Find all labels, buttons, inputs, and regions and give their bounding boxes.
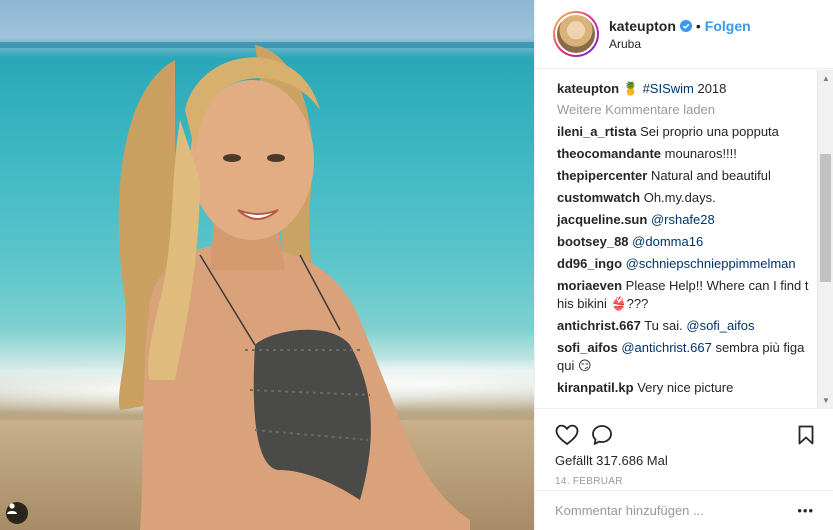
header-separator: • [695,17,701,34]
post-caption: kateupton 🍍 #SISwim 2018 [557,80,814,98]
caption-username[interactable]: kateupton [557,81,619,96]
load-more-comments-button[interactable]: Weitere Kommentare laden [557,102,814,117]
scroll-down-arrow[interactable]: ▼ [818,392,833,408]
heart-icon [555,424,579,446]
comment-text: Sei proprio una popputa [640,124,779,139]
post-date[interactable]: 14. FEBRUAR [555,476,814,487]
caption-text: 2018 [693,81,727,96]
person-tag-icon [7,503,17,514]
post-detail-panel: kateupton • Folgen Aruba kateupton 🍍 #SI… [534,0,833,530]
speech-bubble-icon [592,425,612,445]
comment-username[interactable]: thepipercenter [557,168,647,183]
verified-badge-icon [679,19,692,32]
post-header: kateupton • Folgen Aruba [535,0,833,69]
comment-username[interactable]: kiranpatil.kp [557,380,634,395]
location-link[interactable]: Aruba [609,37,751,51]
comment-button[interactable] [591,417,627,453]
comment-mention[interactable]: @sofi_aifos [686,318,754,333]
comment-mention[interactable]: @schniepschnieppimmelman [626,256,796,271]
comment-mention[interactable]: @antichrist.667 [621,340,712,355]
comment-username[interactable]: moriaeven [557,278,622,293]
comment-username[interactable]: customwatch [557,190,640,205]
comment-item: moriaeven Please Help!! Where can I find… [557,277,814,313]
more-options-button[interactable]: ••• [797,503,814,518]
bookmark-icon [798,425,814,445]
comment-mention[interactable]: @rshafe28 [651,212,715,227]
comment-item: theocomandante mounaros!!!! [557,145,814,163]
comment-item: thepipercenter Natural and beautiful [557,167,814,185]
scroll-up-arrow[interactable]: ▲ [818,70,833,86]
header-username[interactable]: kateupton [609,18,676,34]
profile-avatar[interactable] [553,11,599,57]
comment-username[interactable]: jacqueline.sun [557,212,647,227]
post-actions: Gefällt 317.686 Mal 14. FEBRUAR [535,408,833,487]
comment-item: ileni_a_rtista Sei proprio una popputa [557,123,814,141]
likes-count[interactable]: Gefällt 317.686 Mal [555,453,814,468]
comment-item: bootsey_88 @domma16 [557,233,814,251]
comment-item: dd96_ingo @schniepschnieppimmelman [557,255,814,273]
comment-item: sofi_aifos @antichrist.667 sembra più fi… [557,339,814,375]
comment-text: Very nice picture [637,380,734,395]
comments-scrollbar[interactable]: ▲ ▼ [817,70,833,408]
comment-item: jacqueline.sun @rshafe28 [557,211,814,229]
user-tag-button[interactable] [6,502,28,524]
comment-item: kiranpatil.kp Very nice picture [557,379,814,397]
comment-text: Oh.my.days. [643,190,716,205]
comment-item: customwatch Oh.my.days. [557,189,814,207]
comment-text: mounaros!!!! [664,146,737,161]
scroll-thumb[interactable] [820,154,831,282]
caption-hashtag[interactable]: #SISwim [643,81,694,96]
comment-text: Natural and beautiful [650,168,771,183]
comment-item: antichrist.667 Tu sai. @sofi_aifos [557,317,814,335]
save-button[interactable] [778,417,814,453]
comment-input[interactable] [555,503,798,518]
comment-username[interactable]: bootsey_88 [557,234,629,249]
caption-emoji: 🍍 [622,81,639,96]
post-photo[interactable] [0,0,534,530]
comment-text: Tu sai. [644,318,687,333]
comment-username[interactable]: sofi_aifos [557,340,618,355]
comment-username[interactable]: theocomandante [557,146,661,161]
add-comment-bar: ••• [535,490,833,530]
comment-username[interactable]: dd96_ingo [557,256,622,271]
comments-list[interactable]: kateupton 🍍 #SISwim 2018 Weitere Komment… [535,70,833,408]
comment-username[interactable]: ileni_a_rtista [557,124,637,139]
photo-figure-illustration [118,45,470,530]
follow-button[interactable]: Folgen [705,18,751,34]
like-button[interactable] [555,417,591,453]
comment-username[interactable]: antichrist.667 [557,318,641,333]
comment-mention[interactable]: @domma16 [632,234,703,249]
